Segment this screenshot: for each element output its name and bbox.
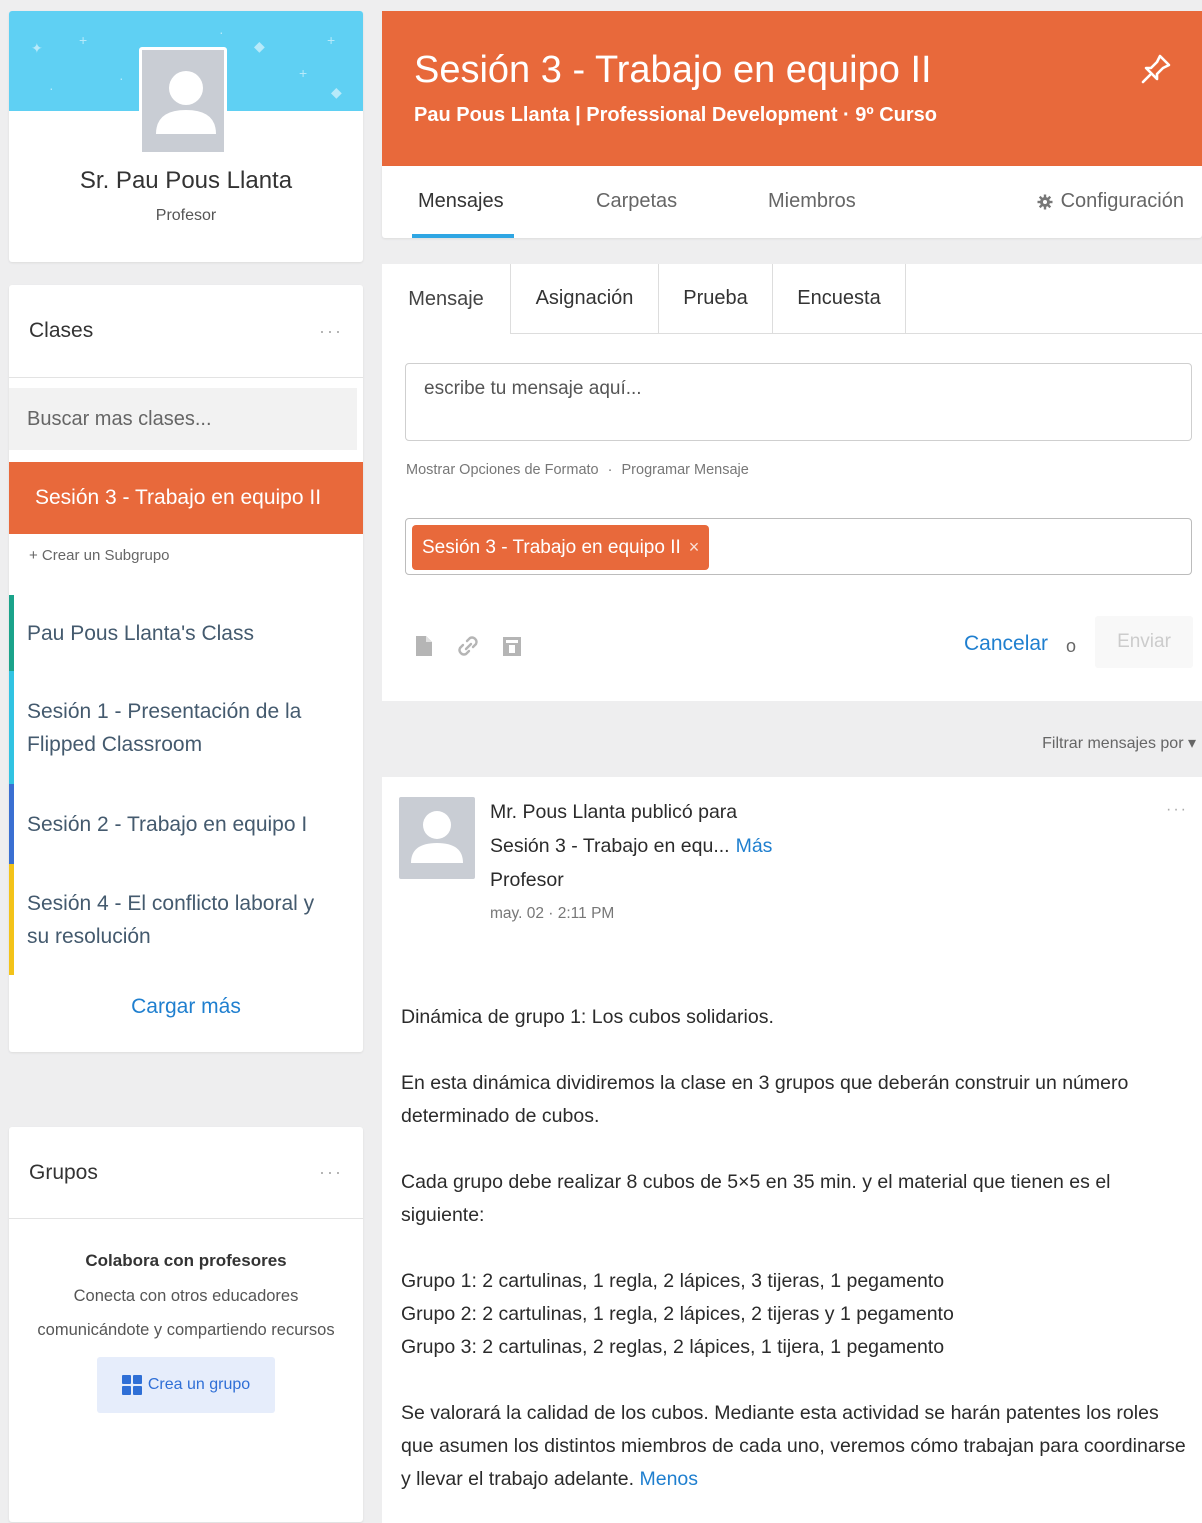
schedule-message-link[interactable]: Programar Mensaje	[622, 462, 749, 478]
avatar[interactable]	[139, 47, 227, 155]
profile-role: Profesor	[155, 207, 217, 224]
create-subgroup-link[interactable]: + Crear un Subgrupo	[29, 547, 170, 564]
tab-carpetas[interactable]: Carpetas	[596, 190, 677, 213]
collab-title: Colabora con profesores	[85, 1251, 287, 1270]
filter-messages-dropdown[interactable]: Filtrar mensajes por ▾	[1042, 733, 1196, 753]
file-icon[interactable]	[410, 632, 438, 660]
page-subtitle: Pau Pous Llanta | Professional Developme…	[414, 104, 938, 126]
post-author-role: Profesor	[490, 869, 564, 891]
classes-header: Clases ···	[9, 285, 363, 378]
recipient-field[interactable]: Sesión 3 - Trabajo en equipo II ×	[405, 518, 1192, 575]
main-tabs: Mensajes Carpetas Miembros Configuración	[382, 166, 1202, 238]
post-card: Mr. Pous Llanta publicó para Sesión 3 - …	[382, 777, 1202, 1523]
post-list-item: Grupo 1: 2 cartulinas, 1 regla, 2 lápice…	[401, 1270, 945, 1292]
more-dots-icon[interactable]: ···	[319, 321, 343, 342]
tab-mensajes[interactable]: Mensajes	[418, 190, 504, 213]
less-link[interactable]: Menos	[639, 1468, 698, 1490]
class-color-bar	[9, 671, 14, 784]
grid-icon	[121, 1375, 142, 1395]
post-paragraph: Dinámica de grupo 1: Los cubos solidario…	[401, 1006, 774, 1028]
page-title: Sesión 3 - Trabajo en equipo II	[414, 49, 932, 91]
pin-icon[interactable]	[1140, 53, 1172, 85]
more-dots-icon[interactable]: ···	[319, 1162, 343, 1183]
link-icon[interactable]	[454, 632, 482, 660]
user-silhouette-icon	[411, 811, 463, 863]
class-item[interactable]: Pau Pous Llanta's Class	[9, 595, 363, 671]
post-list-item: Grupo 3: 2 cartulinas, 2 reglas, 2 lápic…	[401, 1336, 945, 1358]
load-more-link[interactable]: Cargar más	[9, 995, 363, 1019]
post-paragraph: En esta dinámica dividiremos la clase en…	[401, 1072, 1129, 1127]
post-target-name[interactable]: Sesión 3 - Trabajo en equ...	[490, 835, 730, 857]
class-item-label: Sesión 1 - Presentación de la Flipped Cla…	[27, 699, 302, 756]
more-dots-icon[interactable]: ···	[1166, 801, 1188, 819]
class-item[interactable]: Sesión 4 - El conflicto laboral y su reso…	[9, 864, 363, 975]
message-input[interactable]	[405, 363, 1192, 441]
post-timestamp: may. 02 · 2:11 PM	[490, 905, 615, 922]
close-icon[interactable]: ×	[689, 537, 700, 558]
class-item-label: Sesión 2 - Trabajo en equipo I	[27, 812, 308, 836]
tab-miembros[interactable]: Miembros	[768, 190, 856, 213]
class-color-bar	[9, 864, 14, 975]
tab-configuracion[interactable]: Configuración	[1037, 190, 1184, 213]
collab-description: Conecta con otros educadores comunicándo…	[37, 1287, 335, 1339]
composer-tab-prueba[interactable]: Prueba	[659, 264, 773, 334]
groups-panel: Grupos ··· Colabora con profesores Conec…	[9, 1127, 363, 1522]
active-tab-indicator	[412, 234, 514, 238]
profile-card: ✦ + · ◆ + + ◆ · · Sr. Pau Pous Llanta Pr…	[9, 11, 363, 262]
send-button[interactable]: Enviar	[1095, 616, 1193, 668]
avatar[interactable]	[399, 797, 475, 879]
show-format-options-link[interactable]: Mostrar Opciones de Formato	[406, 462, 599, 478]
create-group-label: Crea un grupo	[147, 1376, 251, 1393]
library-icon[interactable]	[498, 632, 526, 660]
composer-tab-filler	[906, 264, 1202, 334]
composer-tab-asignacion[interactable]: Asignación	[511, 264, 659, 334]
composer-tab-mensaje[interactable]: Mensaje	[382, 264, 511, 334]
config-label: Configuración	[1060, 190, 1184, 212]
post-paragraph: Se valorará la calidad de los cubos. Med…	[401, 1402, 1186, 1490]
groups-header: Grupos ···	[9, 1127, 363, 1219]
class-item[interactable]: Sesión 2 - Trabajo en equipo I	[9, 784, 363, 864]
class-item[interactable]: Sesión 1 - Presentación de la Flipped Cla…	[9, 671, 363, 784]
classes-title: Clases	[29, 319, 94, 342]
class-list: Pau Pous Llanta's Class Sesión 1 - Prese…	[9, 595, 363, 975]
more-link[interactable]: Más	[736, 835, 773, 857]
profile-name: Sr. Pau Pous Llanta	[79, 167, 293, 194]
class-item-label: Sesión 4 - El conflicto laboral y su reso…	[27, 891, 315, 948]
recipient-chip-label: Sesión 3 - Trabajo en equipo II	[422, 536, 681, 558]
post-target: Sesión 3 - Trabajo en equ... Más	[490, 835, 772, 858]
user-silhouette-icon	[156, 71, 216, 134]
or-label: o	[1066, 636, 1077, 656]
class-item-active[interactable]: Sesión 3 - Trabajo en equipo II	[9, 462, 363, 534]
attachment-tools	[410, 632, 526, 660]
class-item-label: Pau Pous Llanta's Class	[27, 621, 254, 645]
classes-panel: Clases ··· Sesión 3 - Trabajo en equipo …	[9, 285, 363, 1052]
composer-tab-encuesta[interactable]: Encuesta	[773, 264, 906, 334]
post-paragraph: Cada grupo debe realizar 8 cubos de 5×5 …	[401, 1171, 1111, 1226]
create-group-button[interactable]: Crea un grupo	[97, 1357, 275, 1413]
class-color-bar	[9, 784, 14, 864]
format-links: Mostrar Opciones de Formato · Programar …	[406, 462, 749, 478]
link-separator: ·	[607, 462, 613, 478]
post-author: Mr. Pous Llanta publicó para	[490, 801, 738, 823]
post-list-item: Grupo 2: 2 cartulinas, 1 regla, 2 lápice…	[401, 1303, 954, 1325]
class-color-bar	[9, 595, 14, 671]
post-body: Dinámica de grupo 1: Los cubos solidario…	[401, 1001, 1186, 1523]
post-composer: Mensaje Asignación Prueba Encuesta Mostr…	[382, 264, 1202, 701]
groups-title: Grupos	[29, 1160, 98, 1184]
gear-icon	[1037, 194, 1053, 209]
recipient-chip: Sesión 3 - Trabajo en equipo II ×	[412, 525, 710, 570]
class-search-input[interactable]	[9, 388, 357, 450]
cancel-button[interactable]: Cancelar	[964, 632, 1048, 656]
class-header: Sesión 3 - Trabajo en equipo II Pau Pous…	[382, 11, 1202, 166]
